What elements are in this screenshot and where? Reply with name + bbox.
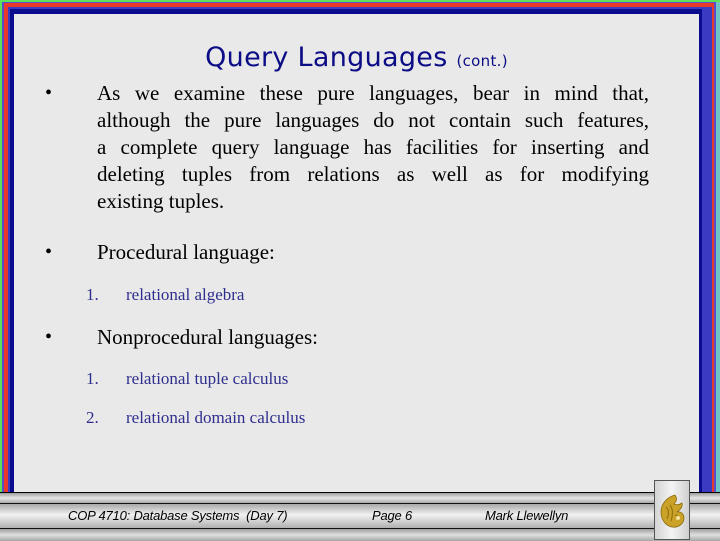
subitem-tuple-calculus: relational tuple calculus bbox=[126, 369, 289, 388]
logo-box bbox=[654, 480, 690, 540]
bullet-nonprocedural: Nonprocedural languages: bbox=[97, 325, 319, 349]
bullet-icon: • bbox=[45, 326, 53, 348]
subitem-number: 1. bbox=[86, 285, 99, 304]
paragraph-line: existing tuples. bbox=[97, 189, 225, 213]
slide-title: Query Languages (cont.) bbox=[14, 42, 699, 73]
subitem-number: 1. bbox=[86, 369, 99, 388]
title-suffix: (cont.) bbox=[456, 52, 508, 70]
subitem-relational-algebra: relational algebra bbox=[126, 285, 245, 304]
paragraph-line: a complete query language has facilities… bbox=[97, 135, 649, 159]
paragraph-line: As we examine these pure languages, bear… bbox=[97, 81, 649, 105]
footer-course: COP 4710: Database Systems (Day 7) bbox=[68, 508, 288, 523]
slide-footer: COP 4710: Database Systems (Day 7) Page … bbox=[0, 492, 720, 541]
slide-content: Query Languages (cont.) • As we examine … bbox=[14, 14, 699, 492]
frame-border-teal bbox=[716, 2, 720, 492]
bullet-procedural: Procedural language: bbox=[97, 240, 275, 264]
subitem-number: 2. bbox=[86, 408, 99, 427]
pegasus-logo-icon bbox=[660, 494, 685, 528]
paragraph-line: deleting tuples from relations as well a… bbox=[97, 162, 649, 186]
subitem-domain-calculus: relational domain calculus bbox=[126, 408, 306, 427]
title-text: Query Languages bbox=[205, 42, 448, 73]
bullet-paragraph: As we examine these pure languages, bear… bbox=[97, 80, 649, 215]
slide-frame: Query Languages (cont.) • As we examine … bbox=[0, 0, 720, 492]
footer-stripe bbox=[0, 529, 720, 541]
footer-author: Mark Llewellyn bbox=[485, 508, 569, 523]
paragraph-line: although the pure languages do not conta… bbox=[97, 108, 649, 132]
footer-page-number: Page 6 bbox=[372, 508, 413, 523]
bullet-icon: • bbox=[45, 82, 53, 104]
bullet-icon: • bbox=[45, 241, 53, 263]
footer-stripe bbox=[0, 493, 720, 504]
